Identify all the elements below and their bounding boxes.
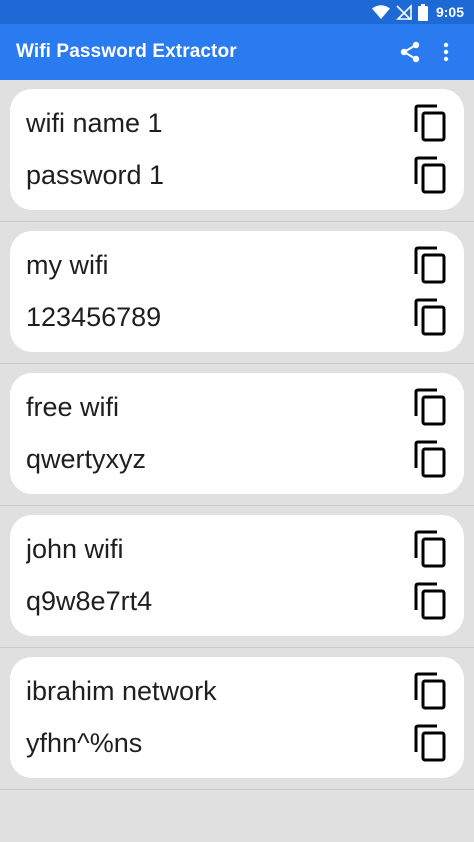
network-name: john wifi xyxy=(26,533,124,564)
copy-icon xyxy=(414,246,446,284)
network-name: ibrahim network xyxy=(26,675,217,706)
copy-password-button[interactable] xyxy=(410,153,450,197)
copy-icon xyxy=(414,582,446,620)
copy-name-button[interactable] xyxy=(410,385,450,429)
network-row: my wifi 123456789 xyxy=(0,222,474,364)
copy-icon xyxy=(414,672,446,710)
network-password: yfhn^%ns xyxy=(26,727,143,758)
copy-password-button[interactable] xyxy=(410,579,450,623)
network-name-line: ibrahim network xyxy=(26,665,450,717)
network-password: password 1 xyxy=(26,159,165,190)
network-name-line: free wifi xyxy=(26,381,450,433)
network-name-line: john wifi xyxy=(26,523,450,575)
network-password: qwertyxyz xyxy=(26,443,147,474)
no-signal-icon xyxy=(396,4,412,20)
network-name: free wifi xyxy=(26,391,120,422)
network-password-line: 123456789 xyxy=(26,291,450,343)
network-name-line: wifi name 1 xyxy=(26,97,450,149)
more-vert-icon xyxy=(443,42,449,62)
status-bar: 9:05 xyxy=(0,0,474,24)
network-name: my wifi xyxy=(26,249,109,280)
wifi-icon xyxy=(371,5,390,19)
share-icon xyxy=(400,41,420,63)
network-password-line: qwertyxyz xyxy=(26,433,450,485)
copy-icon xyxy=(414,298,446,336)
copy-password-button[interactable] xyxy=(410,295,450,339)
copy-name-button[interactable] xyxy=(410,669,450,713)
network-name-line: my wifi xyxy=(26,239,450,291)
copy-name-button[interactable] xyxy=(410,243,450,287)
copy-icon xyxy=(414,724,446,762)
network-password: q9w8e7rt4 xyxy=(26,585,153,616)
network-password: 123456789 xyxy=(26,301,162,332)
network-card: ibrahim network yfhn^%ns xyxy=(10,657,464,778)
network-row: john wifi q9w8e7rt4 xyxy=(0,506,474,648)
network-card: free wifi qwertyxyz xyxy=(10,373,464,494)
network-card: my wifi 123456789 xyxy=(10,231,464,352)
network-card: wifi name 1 password 1 xyxy=(10,89,464,210)
network-password-line: password 1 xyxy=(26,149,450,201)
app-title: Wifi Password Extractor xyxy=(16,41,237,62)
copy-icon xyxy=(414,104,446,142)
network-password-line: yfhn^%ns xyxy=(26,717,450,769)
network-row: wifi name 1 password 1 xyxy=(0,80,474,222)
copy-name-button[interactable] xyxy=(410,101,450,145)
network-list: wifi name 1 password 1 my wifi 123456789… xyxy=(0,80,474,790)
network-password-line: q9w8e7rt4 xyxy=(26,575,450,627)
share-button[interactable] xyxy=(392,32,428,72)
battery-icon xyxy=(417,3,428,21)
copy-name-button[interactable] xyxy=(410,527,450,571)
copy-icon xyxy=(414,440,446,478)
copy-icon xyxy=(414,156,446,194)
network-row: ibrahim network yfhn^%ns xyxy=(0,648,474,790)
copy-icon xyxy=(414,530,446,568)
app-bar: Wifi Password Extractor xyxy=(0,24,474,80)
copy-icon xyxy=(414,388,446,426)
network-row: free wifi qwertyxyz xyxy=(0,364,474,506)
overflow-menu-button[interactable] xyxy=(428,32,464,72)
status-time: 9:05 xyxy=(435,4,464,20)
copy-password-button[interactable] xyxy=(410,721,450,765)
network-name: wifi name 1 xyxy=(26,107,163,138)
network-card: john wifi q9w8e7rt4 xyxy=(10,515,464,636)
copy-password-button[interactable] xyxy=(410,437,450,481)
